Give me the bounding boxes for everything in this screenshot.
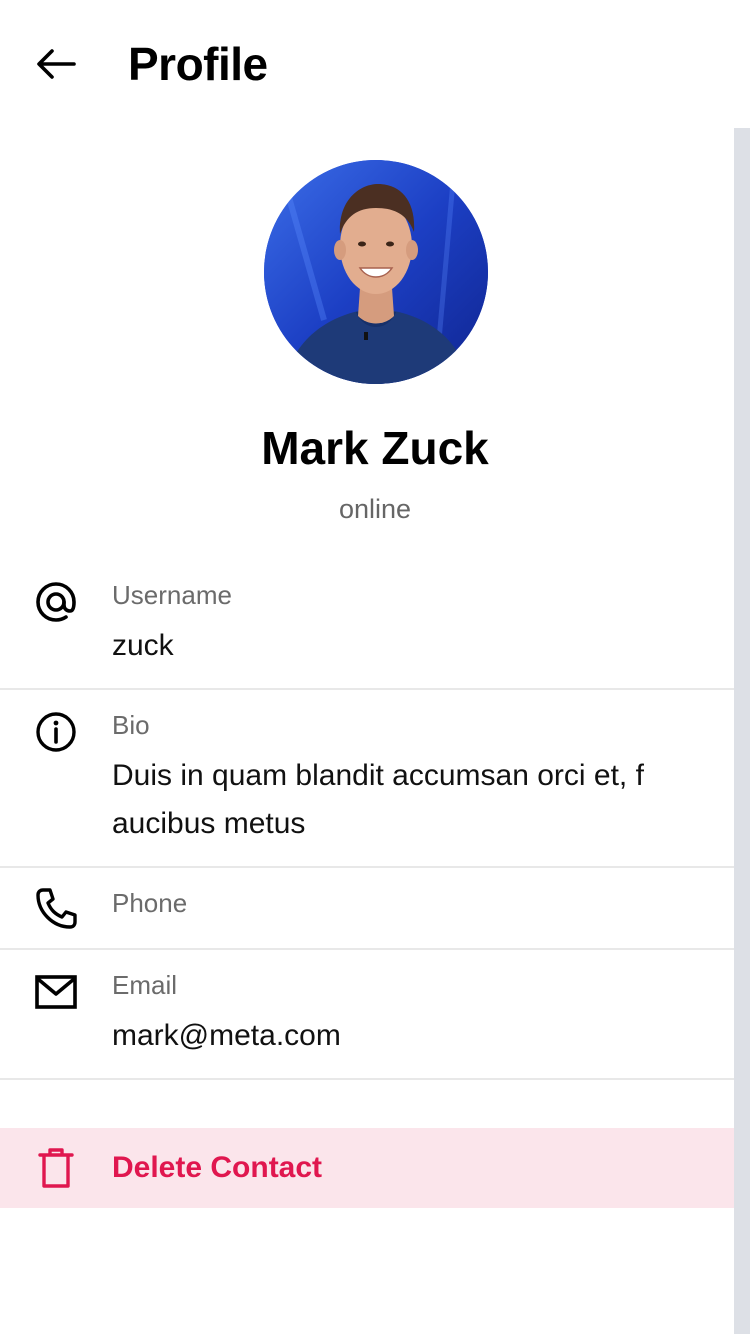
- scrollbar[interactable]: [734, 128, 750, 1334]
- delete-contact-button[interactable]: Delete Contact: [0, 1128, 734, 1208]
- bio-value-line1: Duis in quam blandit accumsan orci et, f: [112, 759, 644, 792]
- bio-label: Bio: [112, 710, 150, 740]
- back-button[interactable]: [28, 36, 84, 92]
- at-sign-icon: [34, 580, 78, 624]
- phone-label: Phone: [112, 888, 188, 918]
- profile-screen: Profile Mark Zuck online Username zuck B…: [0, 0, 750, 1334]
- phone-row[interactable]: Phone: [0, 868, 734, 950]
- contact-name: Mark Zuck: [261, 422, 489, 474]
- page-title: Profile: [128, 38, 268, 90]
- app-header: Profile: [0, 0, 750, 128]
- delete-contact-label: Delete Contact: [112, 1151, 323, 1184]
- avatar[interactable]: [264, 160, 488, 384]
- email-value: mark@meta.com: [112, 1019, 341, 1052]
- status-text: online: [338, 494, 412, 524]
- trash-icon: [34, 1146, 78, 1190]
- username-label: Username: [112, 580, 232, 610]
- phone-icon: [34, 886, 78, 930]
- bio-value-line2: aucibus metus: [112, 807, 306, 840]
- email-label: Email: [112, 970, 178, 1000]
- mail-icon: [34, 970, 78, 1014]
- username-row[interactable]: Username zuck: [0, 560, 734, 690]
- info-icon: [34, 710, 78, 754]
- username-value: zuck: [112, 629, 174, 662]
- email-row[interactable]: Email mark@meta.com: [0, 950, 734, 1080]
- avatar-photo: [264, 160, 488, 384]
- bio-row[interactable]: Bio Duis in quam blandit accumsan orci e…: [0, 690, 734, 868]
- arrow-left-icon: [37, 49, 76, 79]
